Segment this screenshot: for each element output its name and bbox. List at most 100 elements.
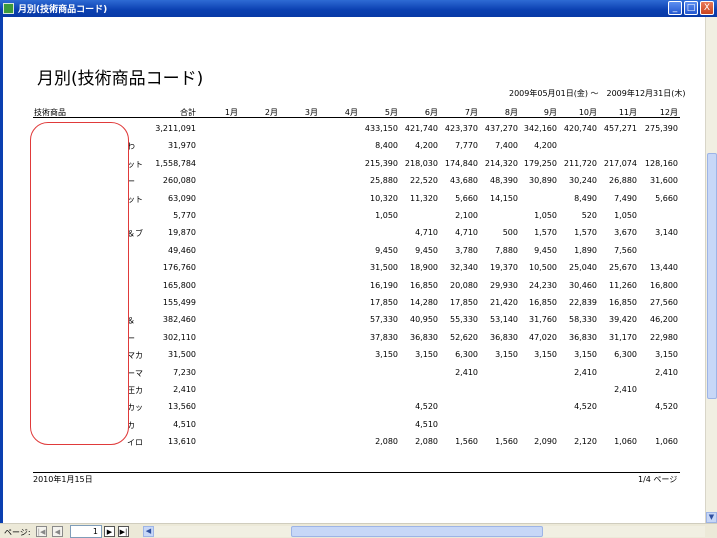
month-cell: 36,830: [490, 332, 518, 342]
redaction-box: [30, 122, 129, 445]
product-name: ＆ブ: [127, 229, 143, 239]
page-label: ページ:: [4, 528, 31, 537]
maximize-button[interactable]: □: [684, 1, 698, 15]
month-cell: 3,150: [495, 350, 518, 360]
month-cell: 3,150: [534, 350, 557, 360]
total-cell: 155,499: [162, 298, 196, 307]
month-cell: 1,570: [534, 228, 557, 238]
total-cell: 49,460: [168, 245, 196, 255]
month-cell: 174,840: [444, 158, 478, 168]
month-cell: 19,370: [490, 263, 518, 273]
month-cell: 2,410: [574, 367, 597, 377]
month-cell: 7,490: [614, 193, 637, 203]
month-cell: 22,520: [410, 176, 438, 186]
month-cell: 3,150: [375, 350, 398, 360]
month-cell: 1,890: [574, 245, 597, 255]
month-cell: 4,200: [415, 141, 438, 151]
month-cell: 4,710: [415, 228, 438, 238]
month-cell: 5,660: [655, 193, 678, 203]
total-cell: 31,970: [168, 141, 196, 151]
vertical-scrollbar[interactable]: ▼: [705, 17, 717, 523]
prev-page-button[interactable]: ◀: [52, 526, 63, 537]
month-cell: 22,980: [650, 332, 678, 342]
horizontal-scrollbar[interactable]: ◀: [143, 526, 705, 537]
scroll-down-icon[interactable]: ▼: [706, 512, 717, 523]
product-name: ーマ: [127, 368, 143, 378]
product-name: カッ: [127, 403, 143, 413]
month-cell: 2,080: [375, 437, 398, 447]
month-cell: 11,260: [609, 280, 637, 290]
month-cell: 11,320: [410, 193, 438, 203]
month-cell: 30,890: [529, 176, 557, 186]
total-cell: 2,410: [173, 385, 196, 394]
month-cell: 46,200: [650, 315, 678, 325]
app-icon: [3, 3, 14, 14]
total-cell: 19,870: [168, 228, 196, 238]
month-cell: 2,410: [614, 385, 637, 394]
month-cell: 48,390: [490, 176, 518, 186]
window-titlebar[interactable]: 月別(技術商品コード) _ □ X: [0, 0, 717, 17]
month-cell: 2,120: [574, 437, 597, 447]
month-cell: 211,720: [563, 158, 597, 168]
total-cell: 3,211,091: [155, 124, 196, 133]
month-cell: 37,830: [370, 332, 398, 342]
scroll-left-icon[interactable]: ◀: [143, 526, 154, 537]
month-cell: 1,560: [455, 437, 478, 447]
month-cell: 4,710: [455, 228, 478, 238]
product-name: ット: [127, 159, 143, 169]
report-title: 月別(技術商品コード): [37, 69, 204, 89]
month-cell: 27,560: [650, 298, 678, 307]
month-cell: 17,850: [370, 298, 398, 307]
month-cell: 30,240: [569, 176, 597, 186]
month-cell: 3,780: [455, 245, 478, 255]
total-cell: 176,760: [162, 263, 196, 273]
month-cell: 18,900: [410, 263, 438, 273]
month-cell: 179,250: [523, 158, 557, 168]
month-cell: 275,390: [644, 124, 678, 133]
month-cell: 4,520: [574, 402, 597, 412]
month-cell: 26,880: [609, 176, 637, 186]
month-cell: 9,450: [534, 245, 557, 255]
month-cell: 3,150: [655, 350, 678, 360]
month-cell: 5,660: [455, 193, 478, 203]
month-cell: 3,150: [415, 350, 438, 360]
total-cell: 13,560: [168, 402, 196, 412]
month-cell: 1,050: [375, 211, 398, 220]
first-page-button[interactable]: |◀: [36, 526, 47, 537]
footer-date: 2010年1月15日: [33, 475, 93, 484]
vertical-scroll-thumb[interactable]: [707, 153, 717, 399]
month-cell: 215,390: [364, 158, 398, 168]
close-button[interactable]: X: [700, 1, 714, 15]
month-cell: 36,830: [410, 332, 438, 342]
next-page-button[interactable]: ▶: [104, 526, 115, 537]
month-cell: 217,074: [603, 158, 637, 168]
month-cell: 4,520: [415, 402, 438, 412]
month-cell: 3,670: [614, 228, 637, 238]
minimize-button[interactable]: _: [668, 1, 682, 15]
total-cell: 13,610: [168, 437, 196, 447]
month-cell: 7,560: [614, 245, 637, 255]
month-cell: 10,320: [370, 193, 398, 203]
month-cell: 437,270: [484, 124, 518, 133]
footer-divider: [33, 472, 680, 473]
month-cell: 1,560: [495, 437, 518, 447]
month-cell: 25,040: [569, 263, 597, 273]
month-cell: 1,060: [614, 437, 637, 447]
month-cell: 31,170: [609, 332, 637, 342]
month-cell: 457,271: [603, 124, 637, 133]
horizontal-scroll-thumb[interactable]: [291, 526, 543, 537]
total-cell: 1,558,784: [155, 158, 196, 168]
month-cell: 53,140: [490, 315, 518, 325]
month-cell: 31,500: [370, 263, 398, 273]
month-cell: 421,740: [404, 124, 438, 133]
month-cell: 39,420: [609, 315, 637, 325]
month-cell: 16,190: [370, 280, 398, 290]
month-cell: 4,200: [534, 141, 557, 151]
month-cell: 6,300: [455, 350, 478, 360]
window-title: 月別(技術商品コード): [18, 5, 108, 15]
product-name: マカ: [127, 351, 143, 361]
month-cell: 9,450: [415, 245, 438, 255]
last-page-button[interactable]: ▶|: [118, 526, 129, 537]
page-number-input[interactable]: 1: [70, 525, 102, 538]
page-navigation-bar: ページ: |◀ ◀ 1 ▶ ▶| ◀: [0, 523, 717, 538]
